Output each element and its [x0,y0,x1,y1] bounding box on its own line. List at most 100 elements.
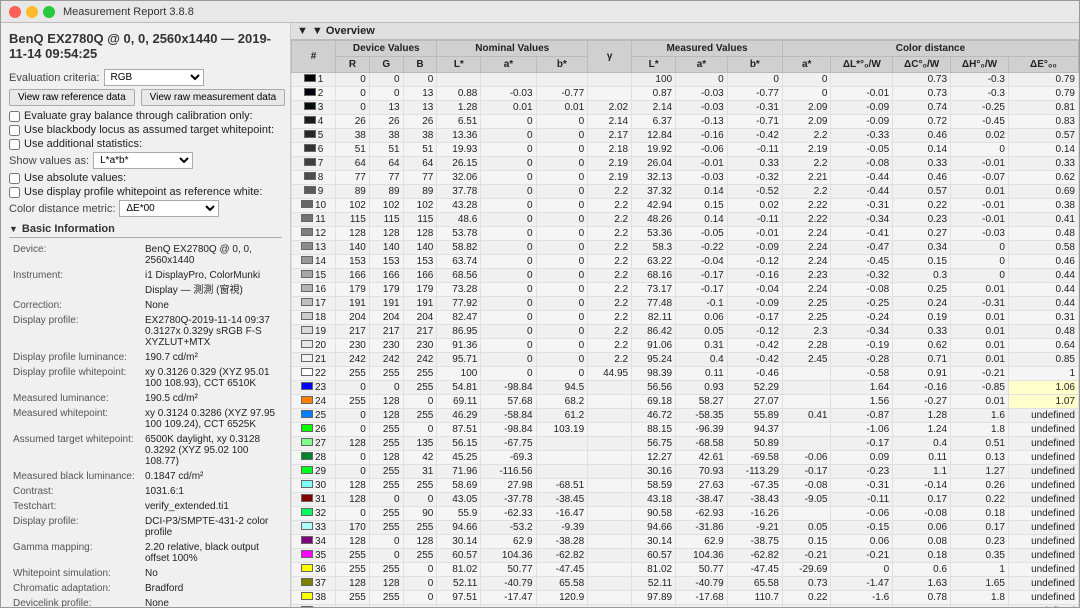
evaluation-criteria-select[interactable]: RGB [104,69,204,86]
cell-de: 0.62 [1008,171,1078,185]
basic-info-field-label: Gamma mapping: [11,541,141,565]
cell-g: 77 [369,171,403,185]
cell-a: -98.84 [481,423,536,437]
cell-gamma [588,521,632,535]
cell-ma2: 2.2 [782,185,831,199]
basic-info-row: Display profile:EX2780Q-2019-11-14 09:37… [11,314,280,349]
data-row: 764646426.15002.1926.04-0.010.332.2-0.08… [292,157,1079,171]
cell-g: 242 [369,353,403,367]
cell-r: 217 [336,325,370,339]
cell-ml: 77.48 [632,297,676,311]
cell-ml: 12.84 [632,129,676,143]
cell-g: 128 [369,577,403,591]
basic-info-row: Contrast:1031.6:1 [11,485,280,498]
cell-gamma [588,535,632,549]
cell-mb: 94.37 [727,423,782,437]
cell-ma2 [782,367,831,381]
cell-dl: -0.08 [831,283,893,297]
cell-dc: -0.27 [893,395,951,409]
cell-num: 30 [292,479,336,493]
cell-b: 51 [403,143,437,157]
close-button[interactable] [9,6,21,18]
minimize-button[interactable] [26,6,38,18]
evaluation-criteria-row: Evaluation criteria: RGB [9,69,282,86]
view-raw-ref-button[interactable]: View raw reference data [9,89,135,106]
show-values-select[interactable]: L*a*b* [93,152,193,169]
col-b: B [403,57,437,73]
cell-ma: -31.86 [676,521,728,535]
basic-info-field-label: Chromatic adaptation: [11,582,141,595]
cell-b: 255 [403,479,437,493]
cell-g: 153 [369,255,403,269]
basic-info-field-value: None [143,597,280,607]
cell-l [437,73,481,87]
cell-num: 13 [292,241,336,255]
cell-dh: 0.13 [951,451,1009,465]
cell-mb: -0.42 [727,339,782,353]
basic-info-field-value: i1 DisplayPro, ColorMunki Display — 測測 (… [143,269,280,297]
col-gamma: γ [588,41,632,73]
cell-a: 57.68 [481,395,536,409]
cell-a: 0 [481,311,536,325]
cell-g: 115 [369,213,403,227]
cell-ma2: -0.06 [782,451,831,465]
cell-de: 0.79 [1008,73,1078,87]
cell-l: 0.88 [437,87,481,101]
maximize-button[interactable] [43,6,55,18]
cell-de: 0.83 [1008,115,1078,129]
cell-g: 128 [369,227,403,241]
absolute-values-checkbox[interactable] [9,173,20,184]
cell-b: 255 [403,549,437,563]
gray-balance-checkbox[interactable] [9,111,20,122]
show-values-row: Show values as: L*a*b* [9,152,282,169]
overview-header: ▼ ▼ Overview [291,23,1079,40]
cell-mb: -0.11 [727,213,782,227]
cell-g: 0 [369,535,403,549]
cell-gamma: 2.2 [588,269,632,283]
cell-b2: 0 [536,325,588,339]
cell-a: 0 [481,185,536,199]
cell-g: 0 [369,73,403,87]
cell-dc: 0.6 [893,563,951,577]
blackbody-checkbox[interactable] [9,125,20,136]
cell-b: 13 [403,87,437,101]
cell-b: 0 [403,73,437,87]
col-b-star: b* [536,57,588,73]
blackbody-row: Use blackbody locus as assumed target wh… [9,124,282,136]
basic-info-field-value: 1031.6:1 [143,485,280,498]
cell-b: 217 [403,325,437,339]
cell-num: 1 [292,73,336,87]
cell-l: 100 [437,367,481,381]
cell-a: 0 [481,213,536,227]
cell-b2 [536,437,588,451]
cell-de: undefined [1008,577,1078,591]
additional-stats-checkbox[interactable] [9,139,20,150]
cell-ma2: 2.24 [782,241,831,255]
cell-g: 102 [369,199,403,213]
cell-num: 15 [292,269,336,283]
cell-mb: -0.04 [727,283,782,297]
cell-ma: -40.79 [676,577,728,591]
cell-ma: 0.15 [676,199,728,213]
view-raw-meas-button[interactable]: View raw measurement data [141,89,286,106]
cell-l: 82.47 [437,311,481,325]
cell-mb: -0.46 [727,367,782,381]
cell-gamma [588,409,632,423]
color-distance-select[interactable]: ΔE*00 [119,200,219,217]
data-table-container[interactable]: # Device Values Nominal Values γ Measure… [291,40,1079,607]
cell-mb: 55.89 [727,409,782,423]
cell-ma2: -0.08 [782,479,831,493]
display-profile-wp-checkbox[interactable] [9,187,20,198]
cell-a: -69.3 [481,451,536,465]
cell-de: 0.48 [1008,325,1078,339]
cell-b2: 0 [536,241,588,255]
basic-info-field-label: Whitepoint simulation: [11,567,141,580]
cell-l: 87.51 [437,423,481,437]
cell-b2: -16.47 [536,507,588,521]
cell-a: 0 [481,255,536,269]
cell-a: -98.84 [481,381,536,395]
data-row: 3925525525598.13-17.4543.3898.15-19.7340… [292,605,1079,608]
cell-mb: -0.01 [727,227,782,241]
cell-num: 33 [292,521,336,535]
cell-num: 7 [292,157,336,171]
